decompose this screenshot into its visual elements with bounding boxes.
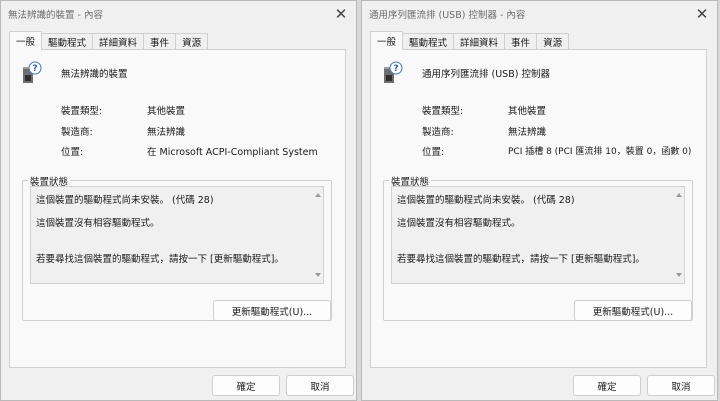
title-bar: 通用序列匯流排 (USB) 控制器 - 內容 ✕ <box>362 1 717 27</box>
location-value: 在 Microsoft ACPI-Compliant System <box>147 147 318 158</box>
device-status-group: 裝置狀態 這個裝置的驅動程式尚未安裝。 (代碼 28) 這個裝置沒有相容驅動程式… <box>383 174 693 321</box>
scroll-down-arrow-icon[interactable] <box>676 273 682 277</box>
window-title: 無法辨識的裝置 - 內容 <box>8 10 103 21</box>
status-line-3: 若要尋找這個裝置的驅動程式，請按一下 [更新驅動程式]。 <box>397 254 645 265</box>
update-driver-button[interactable]: 更新驅動程式(U)... <box>574 300 692 321</box>
tab-strip: 一般 驅動程式 詳細資料 事件 資源 <box>9 31 346 50</box>
manufacturer-value: 無法辨識 <box>508 127 547 138</box>
tab-details[interactable]: 詳細資料 <box>92 33 145 49</box>
ok-button[interactable]: 確定 <box>573 375 641 396</box>
device-type-label: 裝置類型: <box>61 106 103 117</box>
unknown-device-icon: ? <box>384 61 403 83</box>
device-name: 無法辨識的裝置 <box>61 69 128 80</box>
tab-details[interactable]: 詳細資料 <box>453 33 506 49</box>
svg-text:?: ? <box>393 64 398 74</box>
close-icon: ✕ <box>695 5 709 23</box>
device-type-value: 其他裝置 <box>508 106 547 117</box>
unknown-device-icon: ? <box>23 61 42 83</box>
svg-text:?: ? <box>32 64 37 74</box>
cancel-button[interactable]: 取消 <box>286 375 354 396</box>
status-line-1: 這個裝置的驅動程式尚未安裝。 (代碼 28) <box>36 195 214 206</box>
title-bar: 無法辨識的裝置 - 內容 ✕ <box>1 1 356 27</box>
status-line-3: 若要尋找這個裝置的驅動程式，請按一下 [更新驅動程式]。 <box>36 254 284 265</box>
tab-resources[interactable]: 資源 <box>536 33 570 49</box>
tab-strip: 一般 驅動程式 詳細資料 事件 資源 <box>370 31 707 50</box>
status-line-1: 這個裝置的驅動程式尚未安裝。 (代碼 28) <box>397 195 575 206</box>
location-label: 位置: <box>422 147 445 158</box>
scroll-up-arrow-icon[interactable] <box>676 193 682 197</box>
device-name: 通用序列匯流排 (USB) 控制器 <box>422 69 550 80</box>
tab-events[interactable]: 事件 <box>504 33 538 49</box>
location-value: PCI 插槽 8 (PCI 匯流排 10，裝置 0，函數 0) <box>508 147 692 157</box>
location-label: 位置: <box>61 147 84 158</box>
properties-dialog-unknown-device: 無法辨識的裝置 - 內容 ✕ 一般 驅動程式 詳細資料 事件 資源 ? 無法辨識… <box>0 0 357 401</box>
update-driver-button[interactable]: 更新驅動程式(U)... <box>213 300 331 321</box>
tab-resources[interactable]: 資源 <box>175 33 209 49</box>
window-title: 通用序列匯流排 (USB) 控制器 - 內容 <box>369 10 526 21</box>
device-status-textbox[interactable]: 這個裝置的驅動程式尚未安裝。 (代碼 28) 這個裝置沒有相容驅動程式。 若要尋… <box>30 186 324 284</box>
status-scrollbar[interactable] <box>313 187 323 283</box>
general-tab-panel: ? 無法辨識的裝置 裝置類型: 其他裝置 製造商: 無法辨識 位置: 在 Mic… <box>9 50 346 368</box>
scroll-up-arrow-icon[interactable] <box>315 193 321 197</box>
scroll-down-arrow-icon[interactable] <box>315 273 321 277</box>
tab-events[interactable]: 事件 <box>143 33 177 49</box>
status-line-2: 這個裝置沒有相容驅動程式。 <box>397 218 521 229</box>
status-scrollbar[interactable] <box>674 187 684 283</box>
cancel-button[interactable]: 取消 <box>647 375 715 396</box>
device-status-group: 裝置狀態 這個裝置的驅動程式尚未安裝。 (代碼 28) 這個裝置沒有相容驅動程式… <box>22 174 332 321</box>
device-type-label: 裝置類型: <box>422 106 464 117</box>
tab-driver[interactable]: 驅動程式 <box>402 33 455 49</box>
manufacturer-label: 製造商: <box>422 127 454 138</box>
close-icon: ✕ <box>334 5 348 23</box>
manufacturer-label: 製造商: <box>61 127 93 138</box>
device-type-value: 其他裝置 <box>147 106 186 117</box>
tab-general[interactable]: 一般 <box>370 31 404 50</box>
tab-driver[interactable]: 驅動程式 <box>41 33 94 49</box>
ok-button[interactable]: 確定 <box>212 375 280 396</box>
device-status-textbox[interactable]: 這個裝置的驅動程式尚未安裝。 (代碼 28) 這個裝置沒有相容驅動程式。 若要尋… <box>391 186 685 284</box>
manufacturer-value: 無法辨識 <box>147 127 186 138</box>
tab-general[interactable]: 一般 <box>9 31 43 50</box>
status-line-2: 這個裝置沒有相容驅動程式。 <box>36 218 160 229</box>
close-button[interactable]: ✕ <box>691 3 713 25</box>
close-button[interactable]: ✕ <box>330 3 352 25</box>
properties-dialog-usb-controller: 通用序列匯流排 (USB) 控制器 - 內容 ✕ 一般 驅動程式 詳細資料 事件… <box>361 0 718 401</box>
general-tab-panel: ? 通用序列匯流排 (USB) 控制器 裝置類型: 其他裝置 製造商: 無法辨識… <box>370 50 707 368</box>
